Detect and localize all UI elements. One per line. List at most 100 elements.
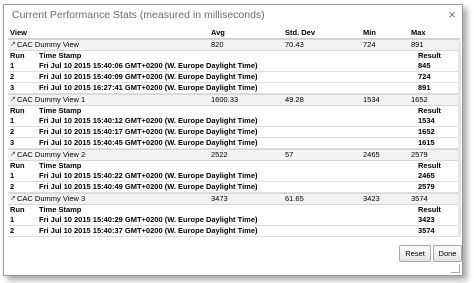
- run-row: 1 Fri Jul 10 2015 15:40:12 GMT+0200 (W. E…: [8, 116, 460, 127]
- view-name: CAC Dummy View 3: [17, 194, 86, 203]
- run-result: 724: [418, 72, 431, 81]
- header-min: Min: [363, 28, 376, 37]
- table-header: View Avg Std. Dev Min Max: [8, 28, 460, 39]
- views-list: ↗ CAC Dummy View 820 70.43 724 891 Run Time Sta…: [8, 39, 460, 238]
- view-min: 1534: [363, 95, 380, 104]
- run-time-stamp: Fri Jul 10 2015 15:40:22 GMT+0200 (W. Eu…: [39, 171, 258, 180]
- run-number: 3: [10, 237, 14, 238]
- run-number: 3: [10, 138, 15, 147]
- run-number: 3: [10, 83, 15, 92]
- run-time-stamp: Fri Jul 10 2015 16:27:41 GMT+0200 (W. Eu…: [39, 83, 258, 92]
- view-row[interactable]: ↗ CAC Dummy View 820 70.43 724 891: [8, 39, 460, 51]
- runs-header-run: Run: [10, 161, 25, 170]
- run-row: 1 Fri Jul 10 2015 15:40:22 GMT+0200 (W. E…: [8, 171, 460, 182]
- expand-arrow-icon[interactable]: ↗: [10, 150, 16, 160]
- view-name: CAC Dummy View 2: [17, 150, 86, 159]
- run-row: 2 Fri Jul 10 2015 15:40:09 GMT+0200 (W. E…: [8, 72, 460, 83]
- run-time-stamp: Fri Jul 10 2015 15:40:06 GMT+0200 (W. Eu…: [39, 61, 258, 70]
- runs-header-result: Result: [418, 205, 441, 214]
- run-time-stamp: Fri Jul 10 2015 15:40:54 GMT+0200 (W. Eu…: [39, 237, 258, 238]
- runs-header-run: Run: [10, 205, 25, 214]
- run-result: 1615: [418, 138, 435, 147]
- runs-header-time-stamp: Time Stamp: [39, 161, 82, 170]
- run-result: 1534: [418, 116, 435, 125]
- header-std-dev: Std. Dev: [285, 28, 316, 37]
- run-time-stamp: Fri Jul 10 2015 15:40:49 GMT+0200 (W. Eu…: [39, 182, 258, 191]
- runs-header-result: Result: [418, 161, 441, 170]
- run-row: 2 Fri Jul 10 2015 15:40:49 GMT+0200 (W. E…: [8, 182, 460, 193]
- header-view: View: [10, 28, 27, 37]
- view-avg: 820: [211, 40, 224, 49]
- run-result: 3574: [418, 226, 435, 235]
- view-std-dev: 57: [285, 150, 294, 159]
- expand-arrow-icon[interactable]: ↗: [10, 40, 16, 50]
- runs-header-time-stamp: Time Stamp: [39, 106, 82, 115]
- run-result: 1652: [418, 127, 435, 136]
- expand-arrow-icon[interactable]: ↗: [10, 194, 16, 204]
- expand-arrow-icon[interactable]: ↗: [10, 95, 16, 105]
- view-min: 3423: [363, 194, 380, 203]
- view-row[interactable]: ↗ CAC Dummy View 3 3473 61.65 3423 3574: [8, 193, 460, 205]
- scrollbar[interactable]: [458, 41, 461, 236]
- view-row[interactable]: ↗ CAC Dummy View 1 1600.33 49.28 1534 1652: [8, 94, 460, 106]
- runs-header-result: Result: [418, 106, 441, 115]
- runs-header-run: Run: [10, 106, 25, 115]
- view-avg: 1600.33: [211, 95, 239, 104]
- run-row: 1 Fri Jul 10 2015 15:40:06 GMT+0200 (W. E…: [8, 61, 460, 72]
- resize-handle[interactable]: [451, 264, 460, 273]
- run-number: 1: [10, 116, 15, 125]
- view-std-dev: 49.28: [285, 95, 304, 104]
- runs-header: Run Time Stamp Result: [8, 106, 460, 116]
- run-row: 3 Fri Jul 10 2015 15:40:45 GMT+0200 (W. E…: [8, 138, 460, 149]
- runs-header-time-stamp: Time Stamp: [39, 51, 82, 60]
- run-row: 1 Fri Jul 10 2015 15:40:29 GMT+0200 (W. E…: [8, 215, 460, 226]
- run-row: 2 Fri Jul 10 2015 15:40:17 GMT+0200 (W. E…: [8, 127, 460, 138]
- view-name: CAC Dummy View: [17, 40, 79, 49]
- view-std-dev: 61.65: [285, 194, 304, 203]
- run-result: 2579: [418, 182, 435, 191]
- view-std-dev: 70.43: [285, 40, 304, 49]
- run-number: 2: [10, 72, 15, 81]
- run-number: 2: [10, 182, 15, 191]
- view-min: 724: [363, 40, 376, 49]
- run-time-stamp: Fri Jul 10 2015 15:40:09 GMT+0200 (W. Eu…: [39, 72, 258, 81]
- dialog-title: Current Performance Stats (measured in m…: [12, 9, 265, 21]
- close-icon[interactable]: ×: [448, 8, 456, 21]
- runs-header: Run Time Stamp Result: [8, 51, 460, 61]
- run-result: 891: [418, 83, 431, 92]
- view-avg: 3473: [211, 194, 228, 203]
- runs-header-time-stamp: Time Stamp: [39, 205, 82, 214]
- runs-header-result: Result: [418, 51, 441, 60]
- view-max: 891: [411, 40, 424, 49]
- run-time-stamp: Fri Jul 10 2015 15:40:17 GMT+0200 (W. Eu…: [39, 127, 258, 136]
- run-row: 3 Fri Jul 10 2015 15:40:54 GMT+0200 (W. E…: [8, 237, 460, 238]
- run-time-stamp: Fri Jul 10 2015 15:40:45 GMT+0200 (W. Eu…: [39, 138, 258, 147]
- view-max: 3574: [411, 194, 428, 203]
- run-row: 3 Fri Jul 10 2015 16:27:41 GMT+0200 (W. E…: [8, 83, 460, 94]
- runs-header-run: Run: [10, 51, 25, 60]
- run-result: 3472: [418, 237, 435, 238]
- view-max: 2579: [411, 150, 428, 159]
- run-time-stamp: Fri Jul 10 2015 15:40:12 GMT+0200 (W. Eu…: [39, 116, 258, 125]
- page: Current Performance Stats (measured in m…: [0, 0, 474, 283]
- view-avg: 2522: [211, 150, 228, 159]
- run-number: 1: [10, 215, 15, 224]
- performance-stats-dialog: Current Performance Stats (measured in m…: [3, 4, 463, 276]
- reset-button[interactable]: Reset: [399, 245, 431, 262]
- view-row[interactable]: ↗ CAC Dummy View 2 2522 57 2465 2579: [8, 149, 460, 161]
- runs-header: Run Time Stamp Result: [8, 161, 460, 171]
- view-name: CAC Dummy View 1: [17, 95, 86, 104]
- run-row: 2 Fri Jul 10 2015 15:40:37 GMT+0200 (W. E…: [8, 226, 460, 237]
- view-min: 2465: [363, 150, 380, 159]
- header-avg: Avg: [211, 28, 225, 37]
- run-number: 2: [10, 226, 15, 235]
- header-max: Max: [411, 28, 426, 37]
- run-number: 1: [10, 61, 15, 70]
- done-button[interactable]: Done: [433, 245, 462, 262]
- run-time-stamp: Fri Jul 10 2015 15:40:37 GMT+0200 (W. Eu…: [39, 226, 258, 235]
- runs-header: Run Time Stamp Result: [8, 205, 460, 215]
- stats-table: View Avg Std. Dev Min Max ↗ CAC Dummy Vie…: [8, 28, 460, 238]
- run-result: 3423: [418, 215, 435, 224]
- run-number: 1: [10, 171, 15, 180]
- run-result: 2465: [418, 171, 435, 180]
